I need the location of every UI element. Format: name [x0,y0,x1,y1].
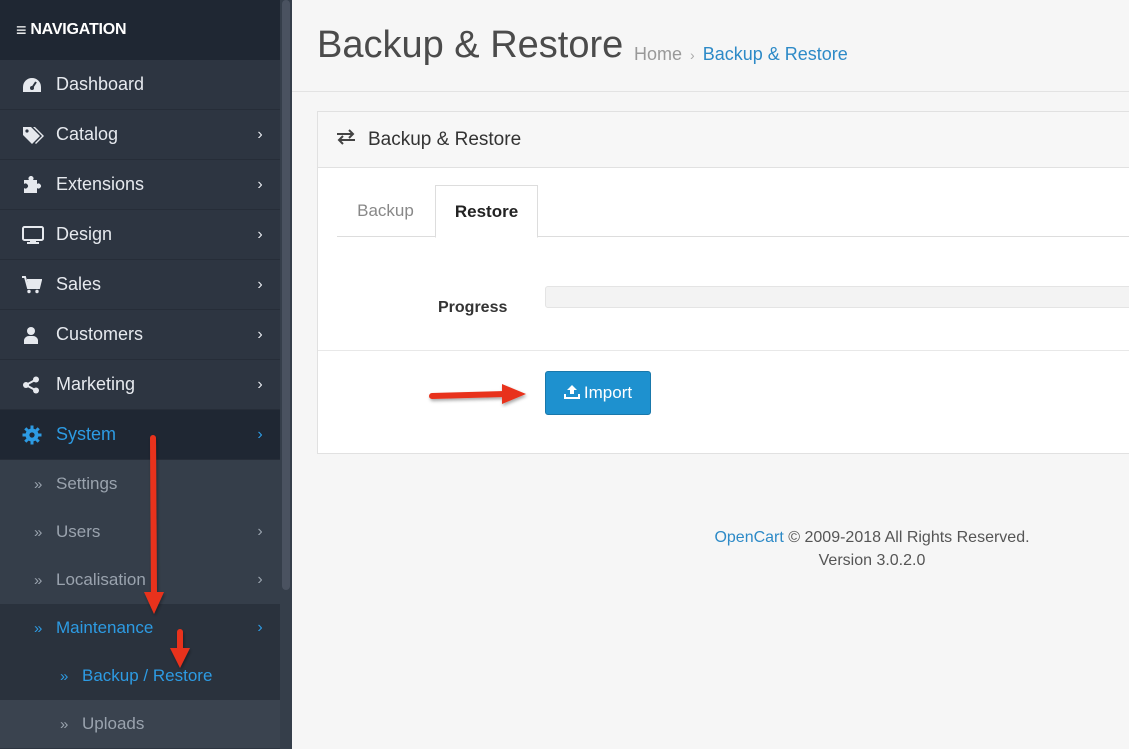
chevron-right-icon: › [257,619,263,636]
chevron-right-icon: › [257,425,263,443]
sidebar-subitem-users[interactable]: » Users › [0,508,280,556]
chevron-right-icon: › [257,325,263,343]
import-button[interactable]: Import [545,371,651,415]
double-angle-right-icon: » [34,619,43,637]
footer-copyright: © 2009-2018 All Rights Reserved. [783,529,1030,546]
sidebar-subitem-label: Maintenance [56,618,154,637]
footer: OpenCart © 2009-2018 All Rights Reserved… [632,526,1112,572]
sidebar-item-marketing[interactable]: Marketing › [0,360,280,410]
sidebar-item-catalog[interactable]: Catalog › [0,110,280,160]
gear-icon [0,425,56,445]
progress-bar [545,286,1129,308]
sidebar-item-dashboard[interactable]: Dashboard [0,60,280,110]
sidebar-item-label: Customers [56,324,144,344]
sidebar-item-label: Sales [56,274,102,294]
double-angle-right-icon: » [34,523,43,541]
sidebar-subitem-backup-restore[interactable]: » Backup / Restore [0,652,280,700]
chevron-right-icon: › [257,571,263,588]
progress-label: Progress [438,299,508,316]
breadcrumb-separator-icon: › [690,46,695,63]
double-angle-right-icon: » [34,571,43,589]
page-title: Backup & Restore [317,24,624,66]
sidebar-subitem-label: Users [56,522,101,541]
nav-header[interactable]: ≡ NAVIGATION [0,0,280,60]
import-button-label: Import [583,383,633,402]
chevron-right-icon: › [257,125,263,143]
sidebar-subitem-label: Backup / Restore [82,666,213,685]
breadcrumb: Home › Backup & Restore [634,44,848,65]
double-angle-right-icon: » [34,475,43,493]
cart-icon [0,275,56,294]
backup-restore-panel: Backup & Restore Backup Restore Progress… [317,111,1129,454]
panel-heading: Backup & Restore [318,112,1129,168]
chevron-right-icon: › [257,225,263,243]
desktop-icon [0,225,56,244]
sidebar-item-label: System [56,424,117,444]
sidebar-subitem-settings[interactable]: » Settings [0,460,280,508]
upload-icon [563,384,580,403]
tab-bar: Backup Restore [337,185,1129,238]
chevron-right-icon: › [257,275,263,293]
footer-version: Version 3.0.2.0 [818,552,926,569]
puzzle-icon [0,175,56,194]
sidebar-item-label: Design [56,224,113,244]
progress-row: Progress [318,262,1129,351]
exchange-icon [336,129,356,150]
page-header: Backup & Restore Home › Backup & Restore [292,0,1129,92]
chevron-right-icon: › [257,375,263,393]
sidebar-item-label: Catalog [56,124,119,144]
footer-copyright-line: OpenCart © 2009-2018 All Rights Reserved… [632,526,1112,549]
sidebar-item-extensions[interactable]: Extensions › [0,160,280,210]
tags-icon [0,126,56,144]
share-icon [0,376,56,394]
opencart-link[interactable]: OpenCart [714,529,783,546]
dashboard-icon [0,76,56,94]
menu-icon: ≡ [16,19,27,40]
breadcrumb-current[interactable]: Backup & Restore [703,44,848,65]
main-content: Backup & Restore Home › Backup & Restore… [292,0,1129,749]
double-angle-right-icon: » [60,715,69,733]
sidebar-subitem-uploads[interactable]: » Uploads [0,700,280,748]
sidebar-item-label: Dashboard [56,74,145,94]
sidebar-item-label: Marketing [56,374,136,394]
sidebar-subitem-label: Localisation [56,570,146,589]
chevron-right-icon: › [257,523,263,540]
sidebar-subitem-maintenance[interactable]: » Maintenance › [0,604,280,652]
sidebar: ≡ NAVIGATION Dashboard Catalog › Extensi… [0,0,292,749]
nav-header-label: NAVIGATION [30,21,127,38]
sidebar-item-sales[interactable]: Sales › [0,260,280,310]
tab-backup[interactable]: Backup [337,185,434,237]
user-icon [0,326,56,344]
double-angle-right-icon: » [60,667,69,685]
sidebar-subitem-label: Settings [56,474,118,493]
sidebar-item-system[interactable]: System › [0,410,280,460]
breadcrumb-home[interactable]: Home [634,44,682,65]
sidebar-item-design[interactable]: Design › [0,210,280,260]
sidebar-subitem-localisation[interactable]: » Localisation › [0,556,280,604]
sidebar-scrollbar-thumb[interactable] [282,0,290,590]
tab-restore[interactable]: Restore [435,185,538,238]
sidebar-subitem-label: Uploads [82,714,145,733]
chevron-right-icon: › [257,175,263,193]
sidebar-item-label: Extensions [56,174,145,194]
sidebar-item-customers[interactable]: Customers › [0,310,280,360]
panel-title: Backup & Restore [368,128,522,150]
